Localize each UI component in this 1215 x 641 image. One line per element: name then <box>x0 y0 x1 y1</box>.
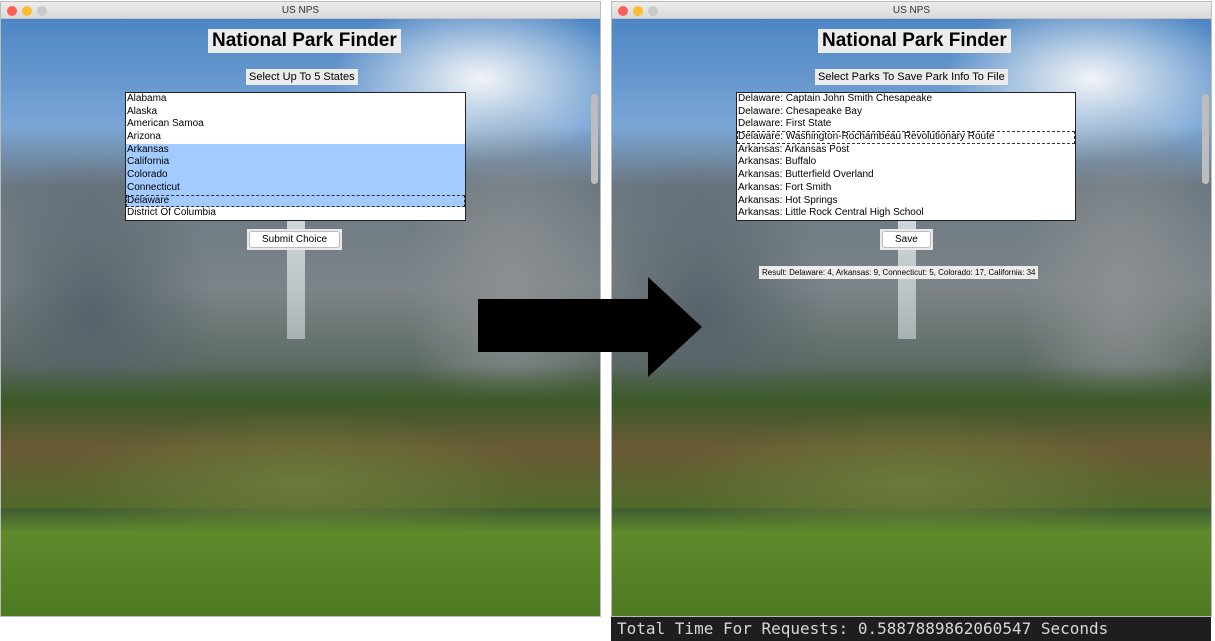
close-icon[interactable] <box>7 6 17 16</box>
park-list-item[interactable]: Arkansas: Hot Springs <box>737 195 1075 208</box>
result-label: Result: Delaware: 4, Arkansas: 9, Connec… <box>759 266 1039 279</box>
save-button[interactable]: Save <box>882 231 931 248</box>
save-button-frame: Save <box>880 229 933 250</box>
title-bar: US NPS <box>1 2 600 19</box>
zoom-icon[interactable] <box>37 6 47 16</box>
state-list-item[interactable]: Colorado <box>126 169 465 182</box>
state-list-item[interactable]: Connecticut <box>126 181 465 195</box>
park-list-item[interactable]: Arkansas: Buffalo <box>737 156 1075 169</box>
park-list-item[interactable]: Delaware: Washington-Rochambeau Revoluti… <box>737 131 1075 144</box>
close-icon[interactable] <box>618 6 628 16</box>
state-list-item[interactable]: Arizona <box>126 131 465 144</box>
prompt-label: Select Up To 5 States <box>246 69 358 85</box>
state-listbox[interactable]: Alabama Alaska American Samoa Arizona Arkans… <box>125 92 466 221</box>
state-list-item[interactable]: Alabama <box>126 93 465 106</box>
window-title: US NPS <box>281 5 320 16</box>
right-arrow-icon <box>478 277 702 377</box>
park-list-item[interactable]: Arkansas: Butterfield Overland <box>737 169 1075 182</box>
park-list-item[interactable]: Arkansas: Fort Smith <box>737 182 1075 195</box>
title-bar: US NPS <box>612 2 1211 19</box>
state-list-item[interactable]: Alaska <box>126 106 465 119</box>
window-scrollbar[interactable] <box>1202 94 1209 184</box>
minimize-icon[interactable] <box>22 6 32 16</box>
window-scrollbar[interactable] <box>591 94 598 184</box>
app-heading: National Park Finder <box>208 29 401 53</box>
state-list-item[interactable]: District Of Columbia <box>126 207 465 220</box>
park-list-item[interactable]: Delaware: Captain John Smith Chesapeake <box>737 93 1075 106</box>
app-heading: National Park Finder <box>818 29 1011 53</box>
park-listbox[interactable]: Delaware: Captain John Smith Chesapeake D… <box>736 92 1076 221</box>
park-list-item[interactable]: Arkansas: Arkansas Post <box>737 144 1075 157</box>
state-list-item[interactable]: American Samoa <box>126 118 465 131</box>
state-list-item[interactable]: Delaware <box>126 194 465 208</box>
park-list-item[interactable]: Delaware: Chesapeake Bay <box>737 106 1075 119</box>
window-title: US NPS <box>892 5 931 16</box>
minimize-icon[interactable] <box>633 6 643 16</box>
state-list-item[interactable]: California <box>126 156 465 170</box>
state-list-item[interactable]: Arkansas <box>126 143 465 157</box>
park-list-item[interactable]: Arkansas: Little Rock Central High Schoo… <box>737 207 1075 220</box>
submit-choice-button[interactable]: Submit Choice <box>249 231 341 248</box>
submit-button-frame: Submit Choice <box>247 229 343 250</box>
park-list-item[interactable]: Delaware: First State <box>737 118 1075 131</box>
prompt-label: Select Parks To Save Park Info To File <box>815 69 1008 85</box>
zoom-icon[interactable] <box>648 6 658 16</box>
terminal-output: Total Time For Requests: 0.5887889862060… <box>611 617 1211 641</box>
